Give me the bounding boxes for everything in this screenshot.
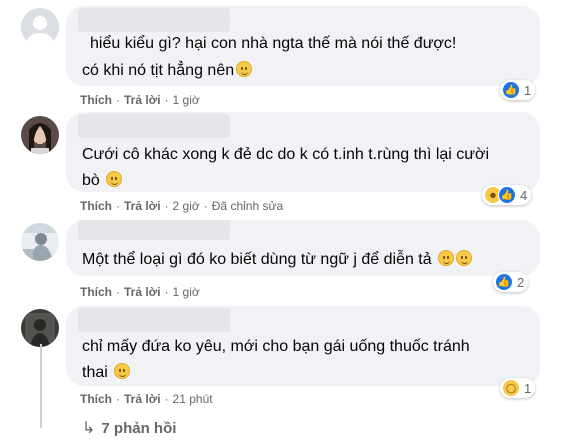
view-replies-link[interactable]: ↳ 7 phản hồi [82,418,176,438]
avatar[interactable] [21,8,59,46]
comment-line: hiểu kiểu gì? hại con nhà ngta thế mà nó… [90,35,457,52]
reaction-summary[interactable]: 👍 2 [493,272,529,292]
comment-line: Cưới cô khác xong k đẻ dc do k có t.inh … [82,146,490,163]
wow-icon: ◯ [502,379,520,397]
like-link[interactable]: Thích [80,285,112,299]
user-photo-icon [21,223,59,261]
smirk-emoji-icon [106,171,123,187]
comment-actions: Thích · Trả lời · 1 giờ [80,285,200,299]
reply-link[interactable]: Trả lời [124,93,161,107]
avatar[interactable] [21,223,59,261]
like-icon: 👍 [495,273,513,291]
timestamp[interactable]: 21 phút [173,392,213,406]
comment-actions: Thích · Trả lời · 2 giờ · Đã chỉnh sửa [80,199,284,213]
reaction-count: 1 [524,82,532,98]
comment-actions: Thích · Trả lời · 21 phút [80,392,213,406]
reply-link[interactable]: Trả lời [124,285,161,299]
user-photo-icon [21,309,59,347]
like-icon: 👍 [498,186,516,204]
smirk-emoji-icon [438,250,455,266]
comment-bubble: Một thể loại gì đó ko biết dùng từ ngữ j… [66,220,540,276]
comment-bubble: hiểu kiểu gì? hại con nhà ngta thế mà nó… [66,6,540,86]
reply-link[interactable]: Trả lời [124,199,161,213]
timestamp[interactable]: 1 giờ [173,93,200,107]
like-link[interactable]: Thích [80,199,112,213]
comment-actions: Thích · Trả lời · 1 giờ [80,93,200,107]
like-link[interactable]: Thích [80,93,112,107]
reply-thread-line [40,344,42,428]
comment-line: có khi nó tịt hẳng nên [82,57,253,84]
smirk-emoji-icon [236,61,253,77]
edited-label[interactable]: Đã chỉnh sửa [212,199,283,213]
comment-line: bò [82,167,123,194]
like-icon: 👍 [502,81,520,99]
author-name-redacted[interactable] [78,308,230,332]
reply-link[interactable]: Trả lời [124,392,161,406]
reaction-summary[interactable]: ☻ 👍 4 [482,185,532,205]
user-photo-icon [21,116,59,154]
smirk-emoji-icon [456,250,473,266]
grin-emoji-icon [114,363,131,379]
reaction-count: 1 [524,380,532,396]
comment-bubble: Cưới cô khác xong k đẻ dc do k có t.inh … [66,112,540,192]
reaction-count: 2 [517,274,525,290]
author-name-redacted[interactable] [78,220,230,240]
timestamp[interactable]: 1 giờ [173,285,200,299]
replies-count: 7 phản hồi [101,420,177,437]
comment-line: chỉ mấy đứa ko yêu, mới cho bạn gái uống… [82,338,470,355]
reaction-summary[interactable]: ◯ 1 [500,378,536,398]
reaction-summary[interactable]: 👍 1 [500,80,536,100]
comment-line: Một thể loại gì đó ko biết dùng từ ngữ j… [82,246,473,273]
comment-bubble: chỉ mấy đứa ko yêu, mới cho bạn gái uống… [66,306,540,386]
reaction-count: 4 [520,187,528,203]
comment-line: thai [82,359,131,386]
avatar[interactable] [21,116,59,154]
default-avatar-icon [21,8,59,46]
reply-arrow-icon: ↳ [82,420,96,437]
author-name-redacted[interactable] [78,114,230,138]
author-name-redacted[interactable] [78,8,230,32]
like-link[interactable]: Thích [80,392,112,406]
avatar[interactable] [21,309,59,347]
timestamp[interactable]: 2 giờ [173,199,200,213]
